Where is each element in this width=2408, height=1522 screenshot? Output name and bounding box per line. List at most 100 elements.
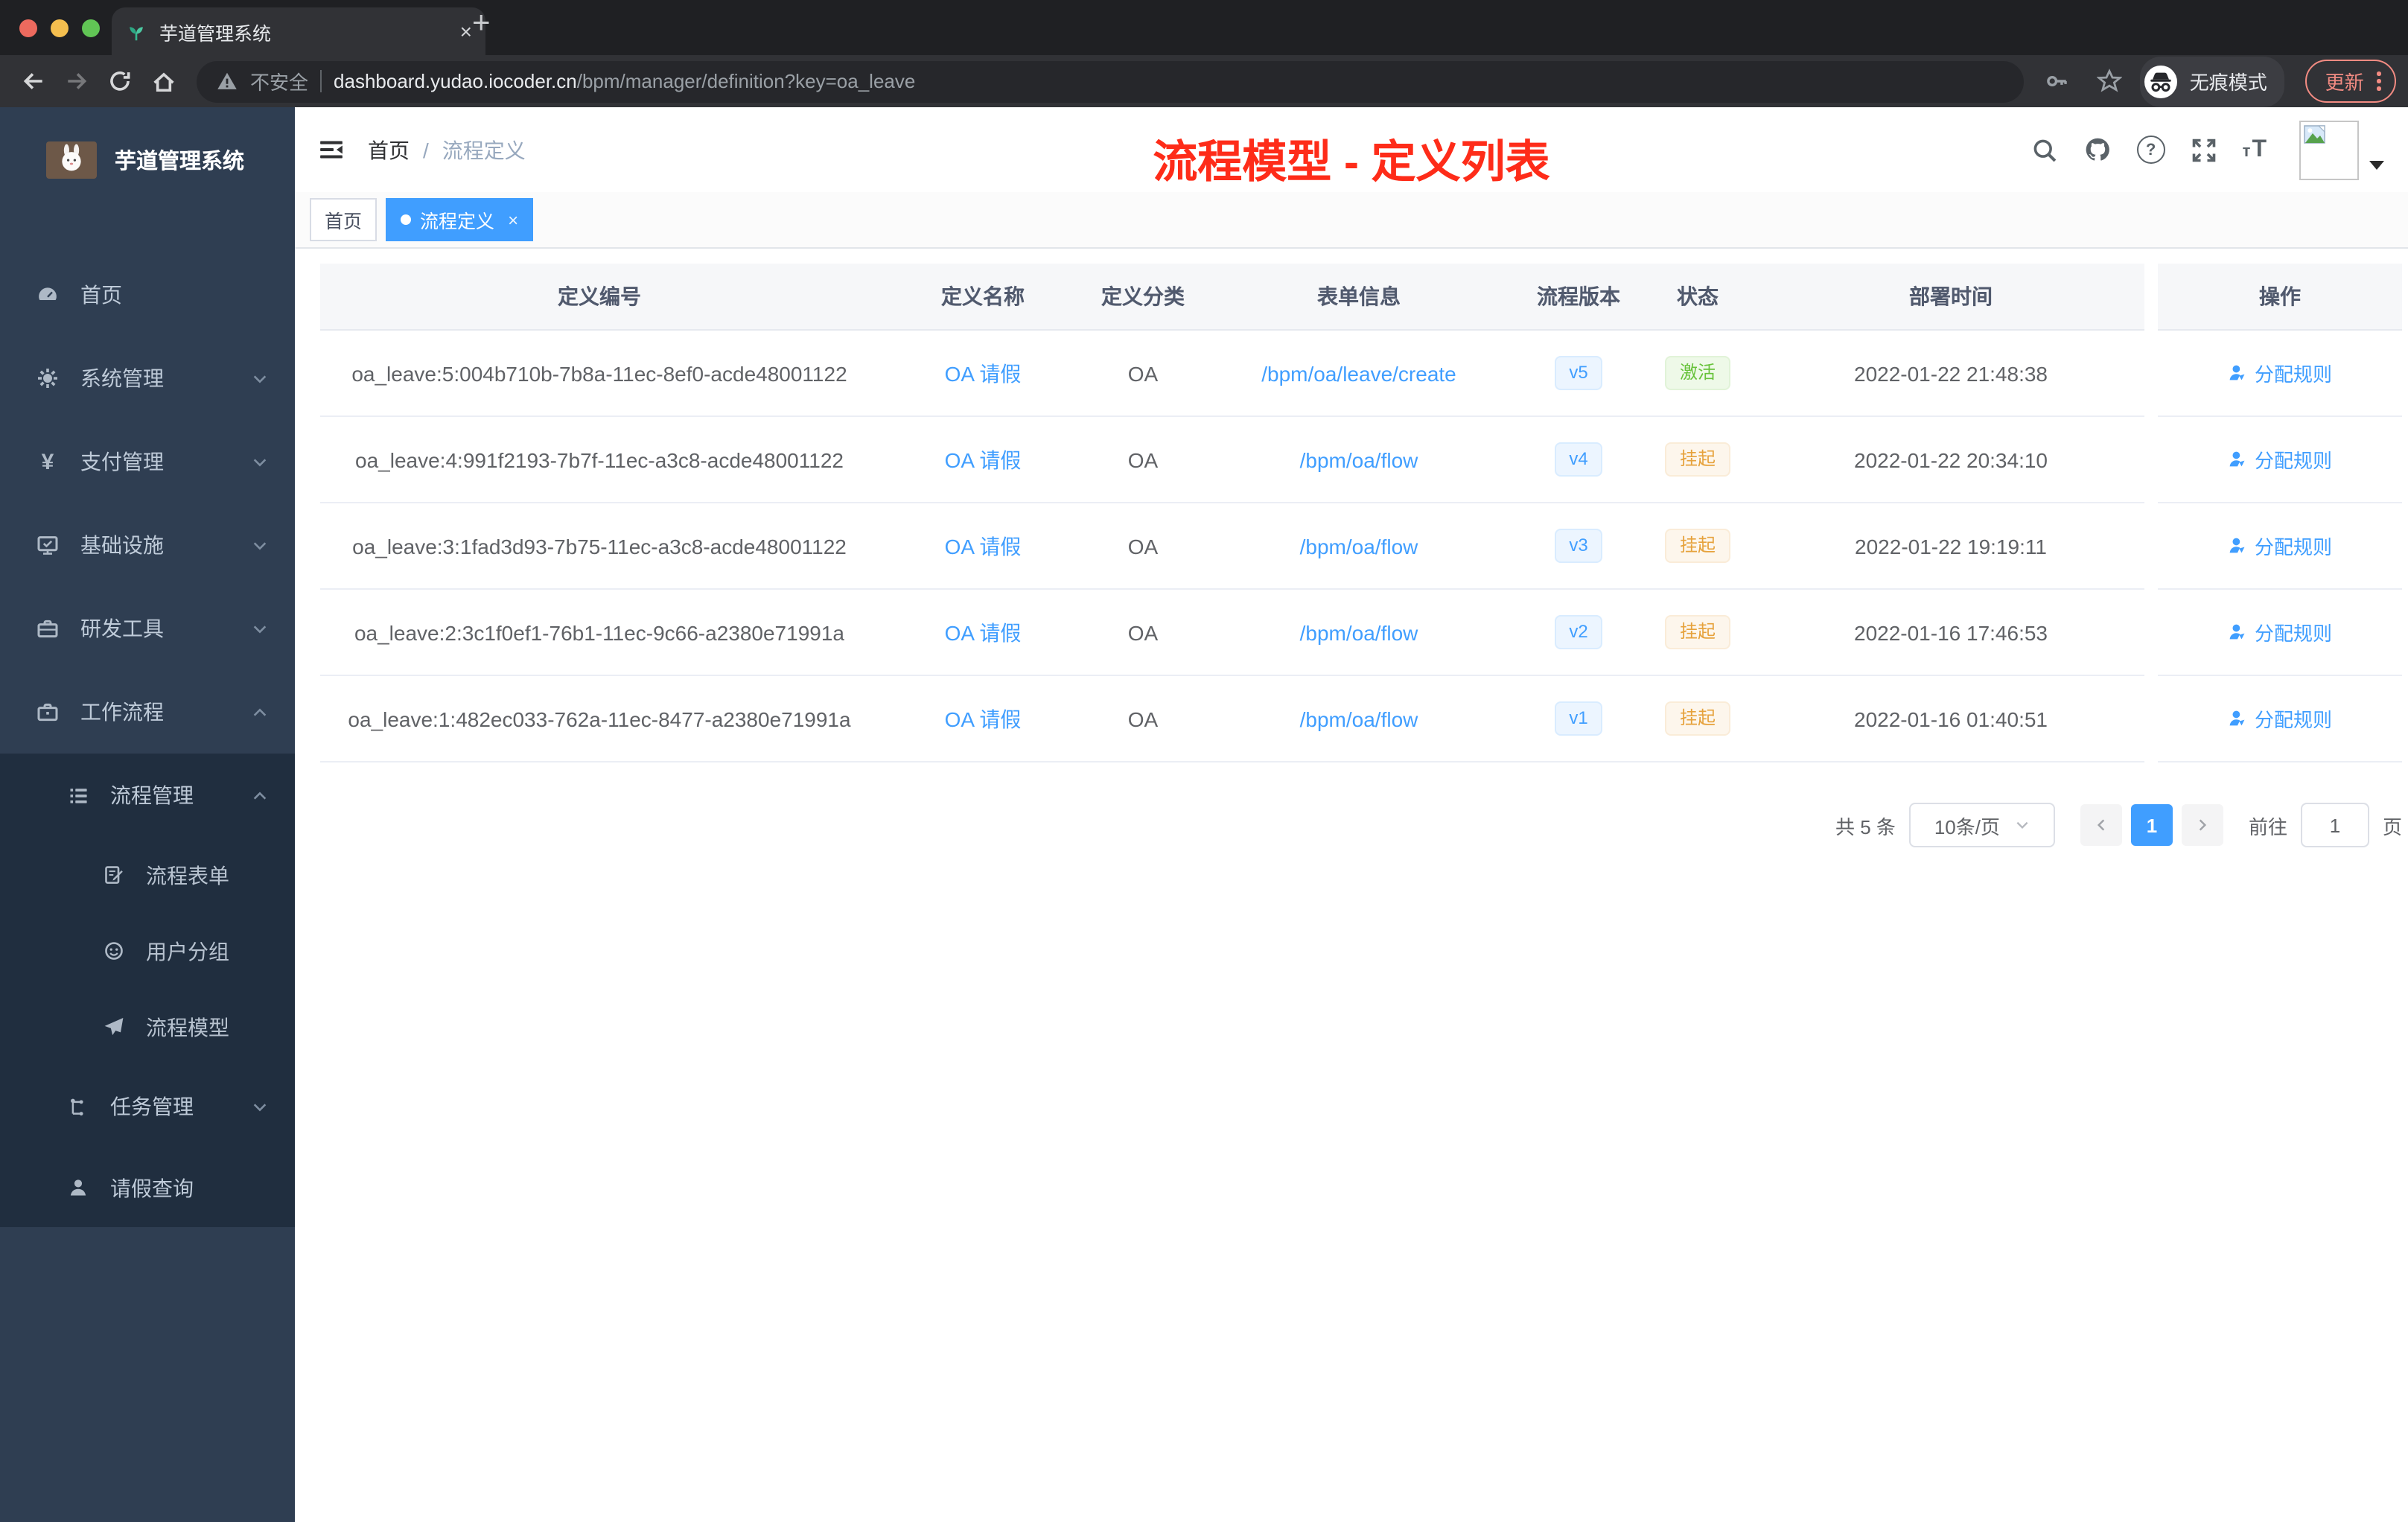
sidebar-item-system[interactable]: 系统管理 xyxy=(0,337,295,420)
content-area: 定义编号 定义名称 定义分类 表单信息 流程版本 状态 部署时间 oa_leav… xyxy=(295,249,2408,1522)
new-tab-button[interactable]: + xyxy=(472,6,491,42)
browser-menu-icon[interactable] xyxy=(2377,71,2381,91)
assign-rule-button[interactable]: 分配规则 xyxy=(2228,704,2332,733)
bookmark-star-icon[interactable] xyxy=(2089,60,2132,103)
version-badge: v4 xyxy=(1554,442,1603,477)
address-bar[interactable]: 不安全 dashboard.yudao.iocoder.cn/bpm/manag… xyxy=(197,60,2025,102)
form-link[interactable]: /bpm/oa/flow xyxy=(1300,620,1418,644)
sidebar-item-devtools[interactable]: 研发工具 xyxy=(0,587,295,670)
sidebar-item-user-group[interactable]: 用户分组 xyxy=(0,913,295,989)
version-badge: v3 xyxy=(1554,528,1603,564)
assign-rule-label: 分配规则 xyxy=(2254,709,2332,731)
breadcrumb-home[interactable]: 首页 xyxy=(368,135,410,165)
form-link[interactable]: /bpm/oa/leave/create xyxy=(1261,361,1456,385)
close-window-button[interactable] xyxy=(19,19,37,37)
deploy-time: 2022-01-16 01:40:51 xyxy=(1854,707,2048,730)
assign-rule-button[interactable]: 分配规则 xyxy=(2228,532,2332,560)
monitor-icon xyxy=(36,533,60,557)
sidebar-item-pay[interactable]: ¥ 支付管理 xyxy=(0,420,295,503)
chevron-down-icon xyxy=(252,537,268,553)
current-page-button[interactable]: 1 xyxy=(2130,804,2173,846)
chevron-down-icon xyxy=(2016,821,2028,829)
tag-label: 首页 xyxy=(325,211,363,232)
sidebar-logo[interactable]: 芋道管理系统 xyxy=(0,107,295,211)
form-link[interactable]: /bpm/oa/flow xyxy=(1300,448,1418,471)
tag-close-icon[interactable]: × xyxy=(508,209,518,230)
forward-icon[interactable] xyxy=(55,60,98,103)
key-icon[interactable] xyxy=(2036,60,2080,103)
sidebar-item-process-model[interactable]: 流程模型 xyxy=(0,989,295,1065)
tree-icon xyxy=(66,1095,89,1118)
yen-icon: ¥ xyxy=(41,449,54,474)
avatar[interactable] xyxy=(2299,120,2359,179)
tab-close-icon[interactable]: × xyxy=(460,21,472,42)
reload-icon[interactable] xyxy=(98,60,141,103)
assign-rule-button[interactable]: 分配规则 xyxy=(2228,445,2332,474)
definition-name-link[interactable]: OA 请假 xyxy=(945,361,1022,385)
definition-category: OA xyxy=(1127,361,1159,385)
sidebar-item-label: 用户分组 xyxy=(146,939,229,963)
form-link[interactable]: /bpm/oa/flow xyxy=(1300,534,1418,558)
fullscreen-icon[interactable] xyxy=(2191,136,2217,163)
goto-page-input[interactable] xyxy=(2300,803,2369,847)
browser-window: 芋道管理系统 × + 不安全 dashboard.yudao.iocoder.c… xyxy=(0,0,2408,1522)
sidebar-item-process-form[interactable]: 流程表单 xyxy=(0,837,295,913)
sidebar-item-infra[interactable]: 基础设施 xyxy=(0,503,295,587)
form-icon xyxy=(101,863,125,887)
workflow-submenu: 流程管理 流程表单 用户分组 流程模型 任务管理 请假查询 xyxy=(0,754,295,1227)
sidebar-item-task-mgmt[interactable]: 任务管理 xyxy=(0,1065,295,1148)
search-icon[interactable] xyxy=(2031,136,2058,163)
tag-home[interactable]: 首页 xyxy=(310,198,378,241)
zoom-window-button[interactable] xyxy=(82,19,100,37)
table-row: oa_leave:3:1fad3d93-7b75-11ec-a3c8-acde4… xyxy=(320,503,2144,590)
assign-rule-button[interactable]: 分配规则 xyxy=(2228,359,2332,387)
url-text[interactable]: dashboard.yudao.iocoder.cn/bpm/manager/d… xyxy=(334,70,915,92)
incognito-label: 无痕模式 xyxy=(2189,71,2267,94)
sidebar-item-process-mgmt[interactable]: 流程管理 xyxy=(0,754,295,837)
assign-rule-label: 分配规则 xyxy=(2254,623,2332,645)
version-badge: v5 xyxy=(1554,355,1603,391)
definition-name-link[interactable]: OA 请假 xyxy=(945,707,1022,730)
github-icon[interactable] xyxy=(2083,136,2112,164)
status-badge: 挂起 xyxy=(1664,442,1730,477)
definition-table: 定义编号 定义名称 定义分类 表单信息 流程版本 状态 部署时间 oa_leav… xyxy=(320,264,2408,762)
home-icon[interactable] xyxy=(141,60,185,103)
definition-name-link[interactable]: OA 请假 xyxy=(945,534,1022,558)
page-size-select[interactable]: 10条/页 xyxy=(1908,803,2055,847)
security-label[interactable]: 不安全 xyxy=(250,67,308,95)
definition-name-link[interactable]: OA 请假 xyxy=(945,448,1022,471)
sidebar-item-leave-query[interactable]: 请假查询 xyxy=(0,1148,295,1227)
sidebar-menu: 首页 系统管理 ¥ 支付管理 基础设施 研发工具 工作流程 流程管理 流程表单 … xyxy=(0,211,295,1227)
status-badge: 挂起 xyxy=(1664,701,1730,736)
definition-name-link[interactable]: OA 请假 xyxy=(945,620,1022,644)
definition-id: oa_leave:5:004b710b-7b8a-11ec-8ef0-acde4… xyxy=(351,361,847,385)
table-row: oa_leave:4:991f2193-7b7f-11ec-a3c8-acde4… xyxy=(320,417,2144,503)
column-header: 定义分类 xyxy=(1101,284,1185,308)
form-link[interactable]: /bpm/oa/flow xyxy=(1300,707,1418,730)
tag-process-definition[interactable]: 流程定义 × xyxy=(386,198,534,241)
prev-page-button[interactable] xyxy=(2080,804,2122,846)
status-badge: 挂起 xyxy=(1664,528,1730,564)
help-icon[interactable]: ? xyxy=(2136,136,2165,164)
sidebar-item-workflow[interactable]: 工作流程 xyxy=(0,670,295,754)
back-icon[interactable] xyxy=(12,60,55,103)
paper-plane-icon xyxy=(101,1015,125,1039)
assign-rule-button[interactable]: 分配规则 xyxy=(2228,618,2332,646)
column-header: 状态 xyxy=(1677,284,1719,308)
users-icon xyxy=(101,939,125,963)
hamburger-icon[interactable] xyxy=(319,137,344,162)
sidebar-item-home[interactable]: 首页 xyxy=(0,253,295,337)
breadcrumb: 首页 / 流程定义 xyxy=(368,135,526,165)
avatar-caret-icon[interactable] xyxy=(2369,160,2384,169)
tab-title: 芋道管理系统 xyxy=(159,23,272,44)
minimize-window-button[interactable] xyxy=(51,19,69,37)
font-size-icon[interactable]: тT xyxy=(2243,136,2268,163)
browser-chrome: 芋道管理系统 × + 不安全 dashboard.yudao.iocoder.c… xyxy=(0,0,2408,107)
next-page-button[interactable] xyxy=(2181,804,2223,846)
browser-tab[interactable]: 芋道管理系统 × xyxy=(112,7,485,55)
deploy-time: 2022-01-22 21:48:38 xyxy=(1854,361,2048,385)
sidebar-item-label: 首页 xyxy=(80,283,122,307)
update-button[interactable]: 更新 xyxy=(2305,60,2396,103)
total-count: 共 5 条 xyxy=(1835,815,1896,838)
chevron-down-icon xyxy=(252,370,268,386)
